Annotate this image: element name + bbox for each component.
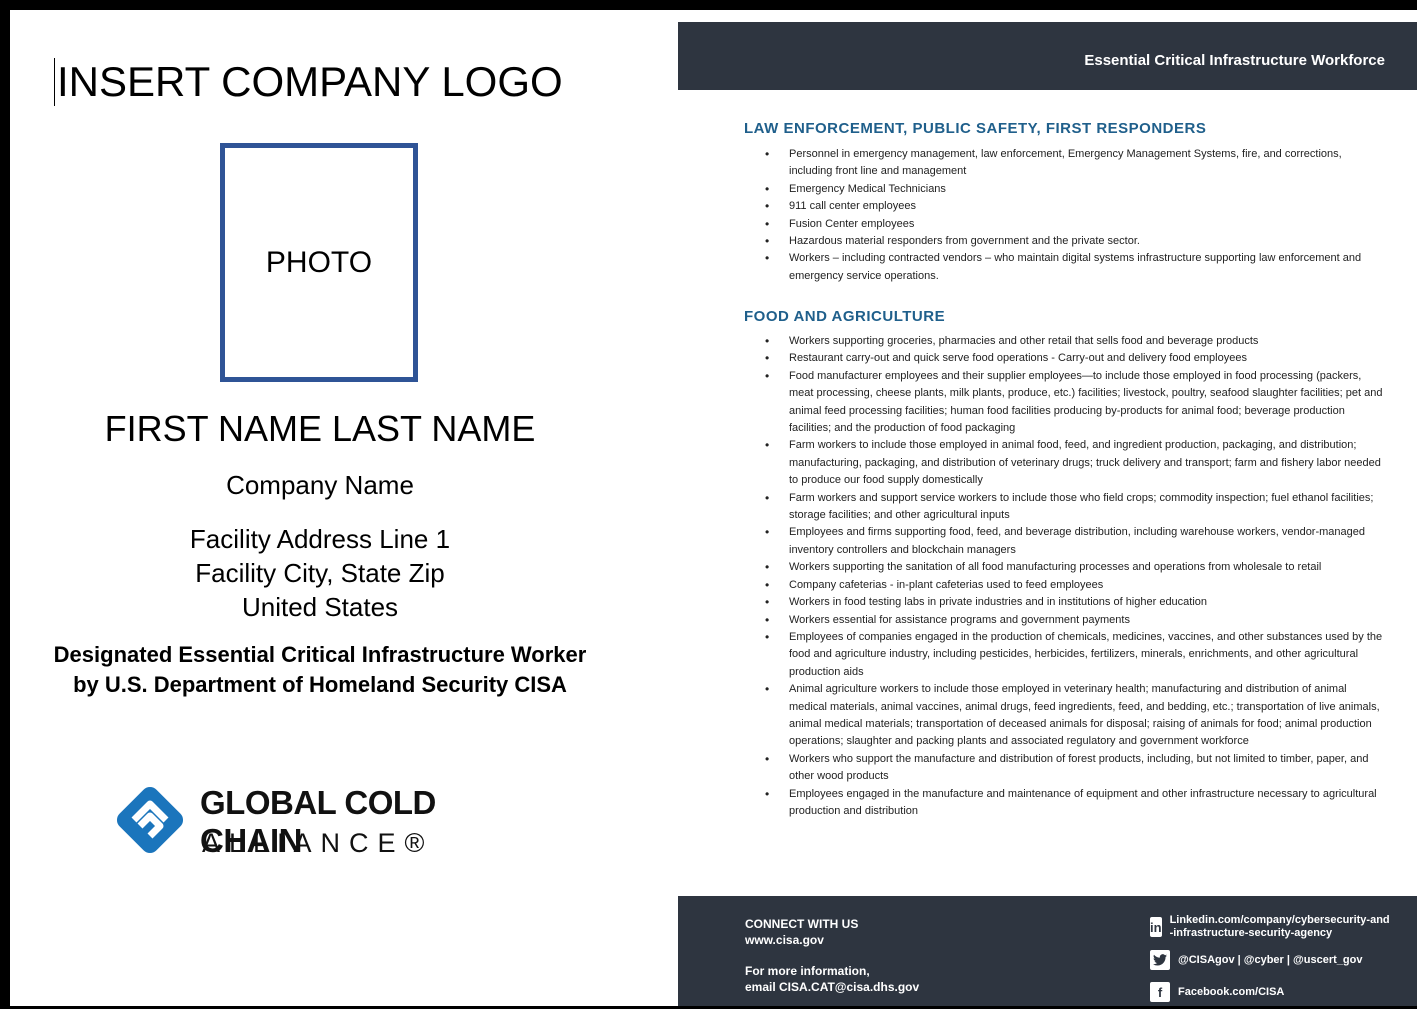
linkedin-icon: in [1150, 917, 1162, 937]
address-line-2: Facility City, State Zip [195, 558, 445, 588]
list-item: 911 call center employees [744, 198, 1384, 216]
linkedin-text: Linkedin.com/company/cybersecurity-and-i… [1169, 914, 1390, 939]
law-enforcement-list: Personnel in emergency management, law e… [744, 146, 1384, 285]
cisa-flyer-panel: Essential Critical Infrastructure Workfo… [678, 22, 1417, 1006]
flyer-header-title: Essential Critical Infrastructure Workfo… [1084, 52, 1385, 69]
photo-placeholder[interactable]: PHOTO [220, 143, 418, 382]
info-email-link[interactable]: email CISA.CAT@cisa.dhs.gov [745, 979, 919, 995]
designation-statement: Designated Essential Critical Infrastruc… [10, 640, 630, 700]
gcca-logo: GLOBAL COLD CHAIN ALLIANCE® [110, 778, 510, 868]
linkedin-link[interactable]: in Linkedin.com/company/cybersecurity-an… [1150, 914, 1390, 940]
id-badge-panel: INSERT COMPANY LOGO PHOTO FIRST NAME LAS… [10, 10, 660, 1006]
list-item: Employees of companies engaged in the pr… [744, 629, 1384, 681]
address-country: United States [241, 592, 399, 622]
facility-address[interactable]: Facility Address Line 1 Facility City, S… [10, 522, 630, 624]
document-page: INSERT COMPANY LOGO PHOTO FIRST NAME LAS… [10, 10, 1417, 1006]
list-item: Fusion Center employees [744, 216, 1384, 234]
list-item: Workers who support the manufacture and … [744, 751, 1384, 786]
list-item: Employees and firms supporting food, fee… [744, 524, 1384, 559]
list-item: Hazardous material responders from gover… [744, 233, 1384, 251]
twitter-text: @CISAgov | @cyber | @uscert_gov [1178, 953, 1363, 966]
connect-block: CONNECT WITH US www.cisa.gov [745, 916, 858, 948]
info-block: For more information, email CISA.CAT@cis… [745, 963, 919, 995]
list-item: Animal agriculture workers to include th… [744, 681, 1384, 751]
flyer-footer: CONNECT WITH US www.cisa.gov For more in… [678, 896, 1417, 1006]
connect-title: CONNECT WITH US [745, 917, 859, 931]
list-item: Emergency Medical Technicians [744, 181, 1384, 199]
info-title: For more information, [745, 964, 870, 978]
company-logo-placeholder[interactable]: INSERT COMPANY LOGO [54, 58, 563, 106]
twitter-icon [1150, 950, 1170, 970]
section-title-food-agriculture: FOOD AND AGRICULTURE [744, 308, 946, 325]
twitter-link[interactable]: @CISAgov | @cyber | @uscert_gov [1150, 950, 1362, 970]
list-item: Company cafeterias - in-plant cafeterias… [744, 577, 1384, 595]
list-item: Workers supporting groceries, pharmacies… [744, 333, 1384, 351]
food-agriculture-list: Workers supporting groceries, pharmacies… [744, 333, 1384, 820]
facebook-icon: f [1150, 982, 1170, 1002]
facebook-text: Facebook.com/CISA [1178, 985, 1285, 998]
list-item: Workers – including contracted vendors –… [744, 250, 1384, 285]
list-item: Food manufacturer employees and their su… [744, 368, 1384, 438]
gcca-mark-icon [116, 786, 184, 854]
list-item: Farm workers and support service workers… [744, 490, 1384, 525]
list-item: Workers supporting the sanitation of all… [744, 559, 1384, 577]
list-item: Farm workers to include those employed i… [744, 437, 1384, 489]
facebook-link[interactable]: f Facebook.com/CISA [1150, 982, 1284, 1002]
list-item: Employees engaged in the manufacture and… [744, 786, 1384, 821]
gcca-subtitle: ALLIANCE® [202, 828, 434, 858]
employee-name[interactable]: FIRST NAME LAST NAME [10, 408, 630, 450]
list-item: Restaurant carry-out and quick serve foo… [744, 350, 1384, 368]
designation-line-2: by U.S. Department of Homeland Security … [73, 672, 567, 697]
company-name[interactable]: Company Name [10, 470, 630, 501]
address-line-1: Facility Address Line 1 [189, 524, 451, 554]
photo-label: PHOTO [265, 245, 373, 279]
designation-line-1: Designated Essential Critical Infrastruc… [53, 642, 587, 667]
list-item: Workers in food testing labs in private … [744, 594, 1384, 612]
list-item: Workers essential for assistance program… [744, 612, 1384, 630]
flyer-header: Essential Critical Infrastructure Workfo… [678, 22, 1417, 90]
section-title-law-enforcement: LAW ENFORCEMENT, PUBLIC SAFETY, FIRST RE… [744, 120, 1207, 137]
connect-url-link[interactable]: www.cisa.gov [745, 932, 858, 948]
list-item: Personnel in emergency management, law e… [744, 146, 1384, 181]
